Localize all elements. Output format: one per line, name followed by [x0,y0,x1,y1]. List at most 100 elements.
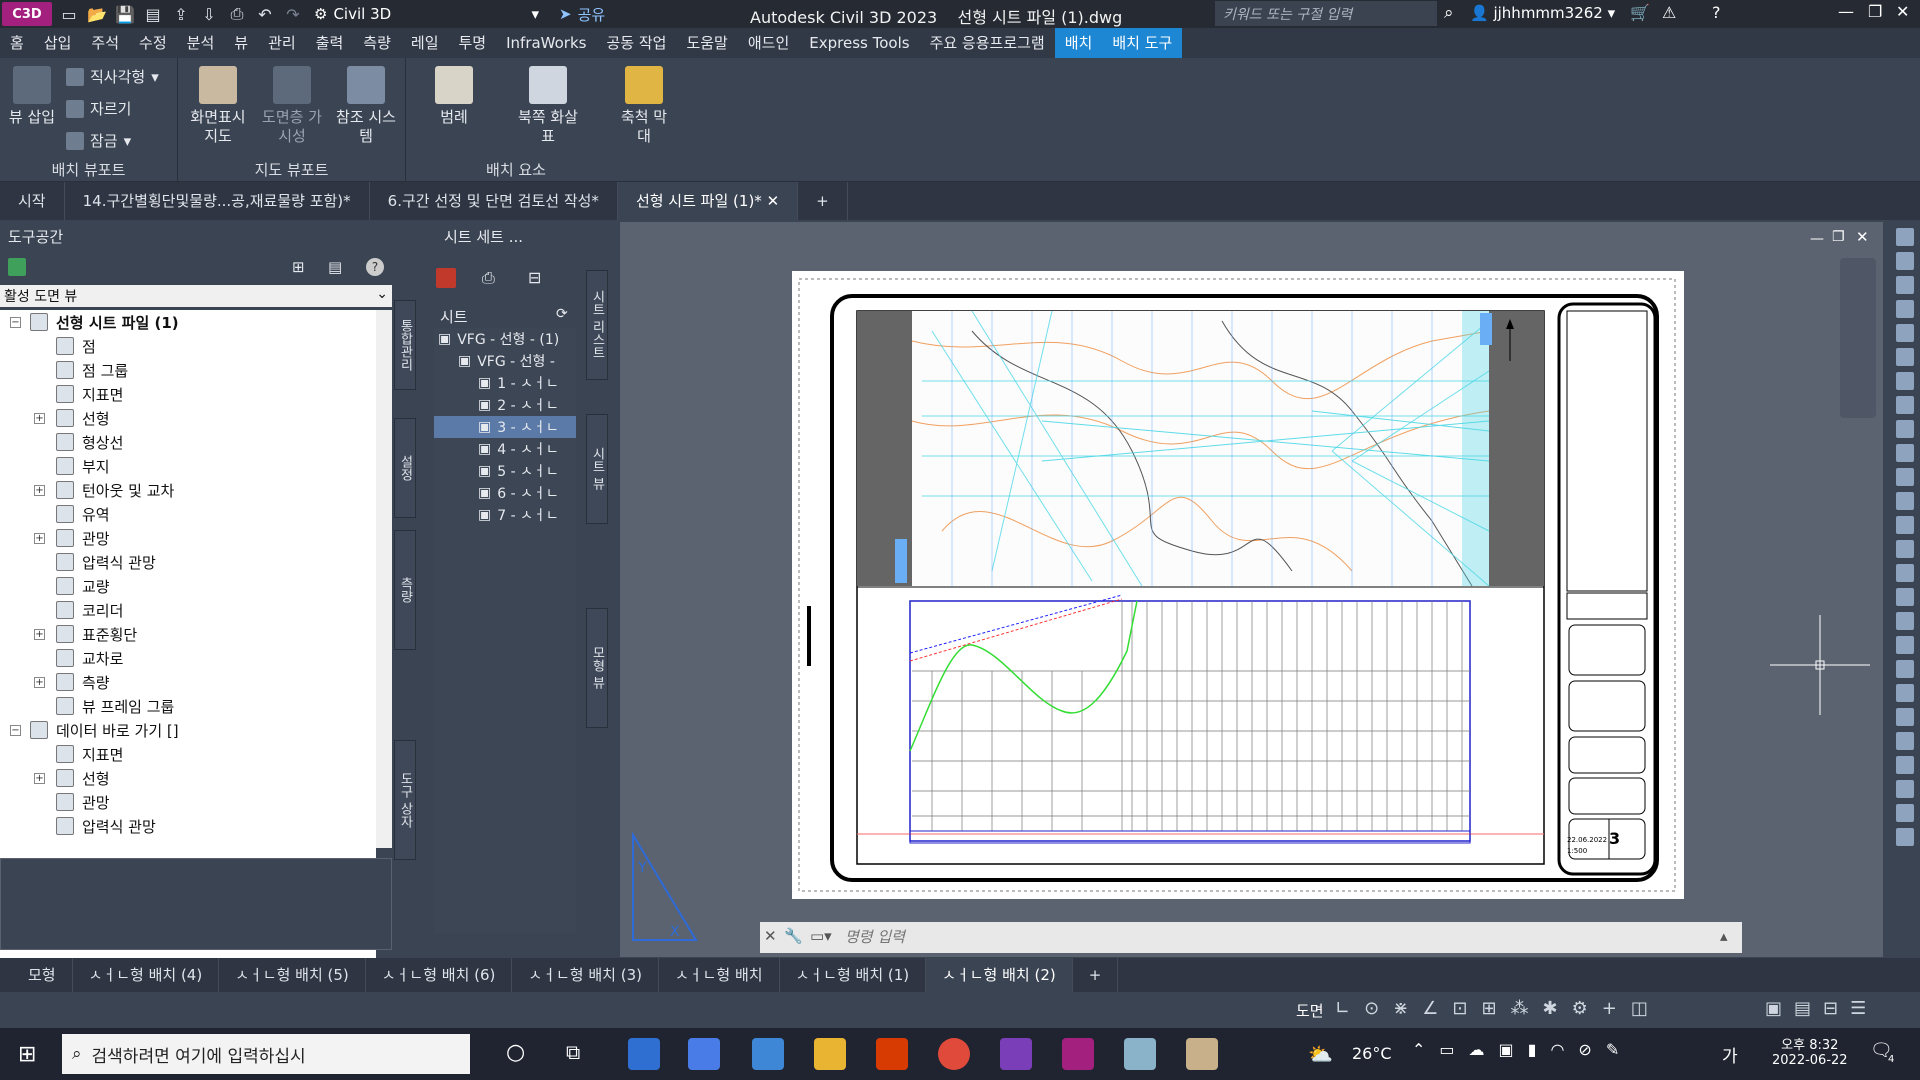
layout-tab[interactable]: ㅅㅓㄴ형 배치 [659,958,780,992]
document-tab[interactable]: 6.구간 선정 및 단면 검토선 작성* [370,182,618,220]
ribbon-tab[interactable]: 공동 작업 [596,28,676,58]
new-file-icon[interactable]: ▭ [58,4,80,24]
share-button[interactable]: ➤ 공유 [559,4,605,25]
expand-icon[interactable]: + [34,628,45,640]
expand-icon[interactable]: + [34,532,45,544]
dwf-icon[interactable] [436,268,456,288]
viewport-restore-icon[interactable]: ❐ [1832,229,1845,245]
tree-item[interactable]: 교차로 [0,646,376,670]
command-history-icon[interactable]: ▭▾ [810,927,832,945]
ime-indicator[interactable]: 가 [1722,1042,1738,1067]
file-explorer-icon[interactable] [814,1038,846,1070]
sheet-tools-icon[interactable]: ⊟ [528,268,541,287]
close-icon[interactable]: ✕ [1896,2,1909,21]
help-icon[interactable]: ? [366,258,384,276]
office-icon[interactable] [876,1038,908,1070]
tool-palette-icon[interactable] [1896,468,1914,486]
ribbon-tab[interactable]: 관리 [258,28,306,58]
tool-palette-icon[interactable] [1896,828,1914,846]
tool-palette-icon[interactable] [1896,732,1914,750]
tool-palette-icon[interactable] [1896,396,1914,414]
toolspace-side-tab[interactable]: 측량 [394,530,416,650]
restore-icon[interactable]: ❐ [1868,2,1882,21]
tree-item[interactable]: − 선형 시트 파일 (1) [0,310,376,334]
tool-palette-icon[interactable] [1896,324,1914,342]
tree-item[interactable]: + 선형 [0,406,376,430]
ribbon-tab[interactable]: 투명 [449,28,497,58]
tool-palette-icon[interactable] [1896,588,1914,606]
workspace-select[interactable]: ⚙ Civil 3D ▾ [314,5,539,23]
close-tab-icon[interactable]: ✕ [762,192,780,210]
expand-icon[interactable]: + [34,484,45,496]
document-tab[interactable]: 14.구간별횡단및물량...공,재료물량 포함)* [65,182,370,220]
tree-item[interactable]: 유역 [0,502,376,526]
ribbon-tab[interactable]: 분석 [177,28,225,58]
tree-item[interactable]: 코리더 [0,598,376,622]
weather-temp[interactable]: 26°C [1352,1044,1392,1063]
weather-icon[interactable]: ⛅ [1308,1042,1333,1066]
tool-palette-icon[interactable] [1896,540,1914,558]
tool-palette-icon[interactable] [1896,636,1914,654]
sheet-item[interactable]: ▣ 4 - ㅅㅓㄴ [434,438,576,460]
tree-item[interactable]: + 측량 [0,670,376,694]
clip-button[interactable]: 자르기 [66,98,131,119]
reference-system-button[interactable]: 참조 시스템 [334,66,398,146]
chrome-icon[interactable] [938,1038,970,1070]
tree-item[interactable]: 압력식 관망 [0,550,376,574]
tree-item[interactable]: − 데이터 바로 가기 [] [0,718,376,742]
document-tab[interactable]: 선형 시트 파일 (1)* ✕ [617,182,799,220]
command-input[interactable] [845,925,1705,949]
ribbon-tab[interactable]: 배치 [1054,28,1103,58]
viewport-minimize-icon[interactable]: — [1810,231,1824,247]
tree-item[interactable]: + 선형 [0,766,376,790]
close-icon[interactable]: ✕ [764,927,777,945]
ribbon-tab[interactable]: 측량 [353,28,401,58]
layout-tab[interactable]: ㅅㅓㄴ형 배치 (5) [219,958,366,992]
toolspace-side-tab[interactable]: 통합관리 [394,300,416,390]
tree-item[interactable]: 지표면 [0,742,376,766]
ribbon-tab[interactable]: InfraWorks [496,28,596,58]
tool-palette-icon[interactable] [1896,756,1914,774]
ribbon-tab[interactable]: 애드인 [738,28,799,58]
sheetset-side-tab[interactable]: 시트 뷰 [586,414,608,524]
ribbon-tab[interactable]: 레일 [401,28,449,58]
tool-palette-icon[interactable] [1896,492,1914,510]
tool-palette-icon[interactable] [1896,444,1914,462]
wrench-icon[interactable]: 🔧 [784,927,803,945]
tool-palette-icon[interactable] [1896,420,1914,438]
ribbon-tab[interactable]: 수정 [129,28,177,58]
ribbon-tab[interactable]: 뷰 [224,28,258,58]
layout-tab[interactable]: ㅅㅓㄴ형 배치 (6) [366,958,513,992]
tree-item[interactable]: 형상선 [0,430,376,454]
windows-start-icon[interactable]: ⊞ [18,1042,36,1067]
chevron-up-icon[interactable]: ▴ [1720,927,1728,945]
paint-icon[interactable] [1186,1038,1218,1070]
new-tab-icon[interactable]: + [798,182,848,220]
sheet-item[interactable]: ▣ 6 - ㅅㅓㄴ [434,482,576,504]
ribbon-tab[interactable]: 주요 응용프로그램 [920,28,1055,58]
sheet-item[interactable]: ▣ 7 - ㅅㅓㄴ [434,504,576,526]
help-icon[interactable]: ? [1712,3,1721,22]
tree-item[interactable]: 부지 [0,454,376,478]
tool-palette-icon[interactable] [1896,516,1914,534]
save-icon[interactable]: 💾 [114,4,136,24]
layout-tab[interactable]: ㅅㅓㄴ형 배치 (1) [780,958,927,992]
tool-palette-icon[interactable] [1896,612,1914,630]
status-right-icons[interactable]: ▣▤⊟☰ [1765,998,1878,1019]
rectangular-button[interactable]: 직사각형 ▾ [66,66,159,87]
tree-scrollbar[interactable] [376,310,392,848]
toolspace-side-tab[interactable]: 설정 [394,418,416,518]
navigation-bar[interactable] [1840,258,1876,418]
mail-icon[interactable] [752,1038,784,1070]
tool-palette-icon[interactable] [1896,228,1914,246]
tree-item[interactable]: 뷰 프레임 그룹 [0,694,376,718]
north-arrow-button[interactable]: 북쪽 화살표 [516,66,580,146]
tool-palette-icon[interactable] [1896,372,1914,390]
tree-item[interactable]: 점 그룹 [0,358,376,382]
list-toggle-icon[interactable]: ▤ [328,258,342,276]
scale-bar-button[interactable]: 축척 막대 [616,66,672,146]
toolspace-side-tab[interactable]: 도구 상자 [394,740,416,860]
tree-item[interactable]: 점 [0,334,376,358]
expand-icon[interactable]: + [34,676,45,688]
new-layout-icon[interactable]: + [1073,958,1119,992]
